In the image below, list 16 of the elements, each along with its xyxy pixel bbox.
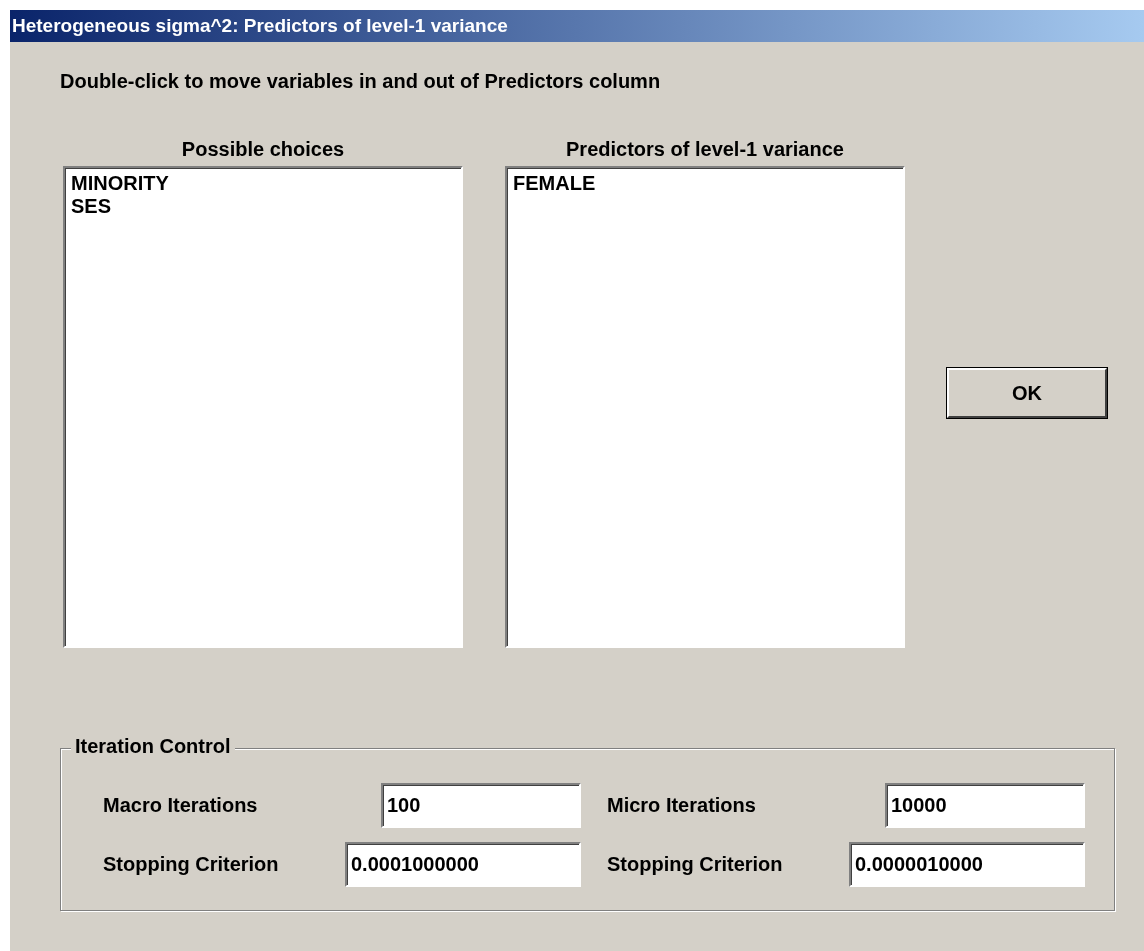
- field-label: Stopping Criterion: [103, 853, 280, 876]
- field-label: Macro Iterations: [103, 794, 259, 817]
- input-field[interactable]: 10000: [885, 783, 1085, 828]
- list-label: Predictors of level-1 variance: [566, 138, 844, 162]
- ok-button[interactable]: OK: [947, 368, 1107, 418]
- list-item[interactable]: FEMALE: [513, 172, 596, 195]
- input-field[interactable]: 0.0001000000: [345, 842, 581, 887]
- list-label: Possible choices: [181, 138, 345, 162]
- field-label: Stopping Criterion: [607, 853, 784, 876]
- instruction-text: Double-click to move variables in and out of Predictors column: [60, 70, 661, 93]
- input-field[interactable]: 0.0000010000: [849, 842, 1085, 887]
- field-label: Micro Iterations: [607, 794, 757, 817]
- input-field[interactable]: 100: [381, 783, 581, 828]
- list-item[interactable]: MINORITY: [71, 172, 169, 195]
- window-title: Heterogeneous sigma^2: Predictors of level-1 variance: [10, 10, 1144, 42]
- list-item[interactable]: SES: [71, 195, 112, 218]
